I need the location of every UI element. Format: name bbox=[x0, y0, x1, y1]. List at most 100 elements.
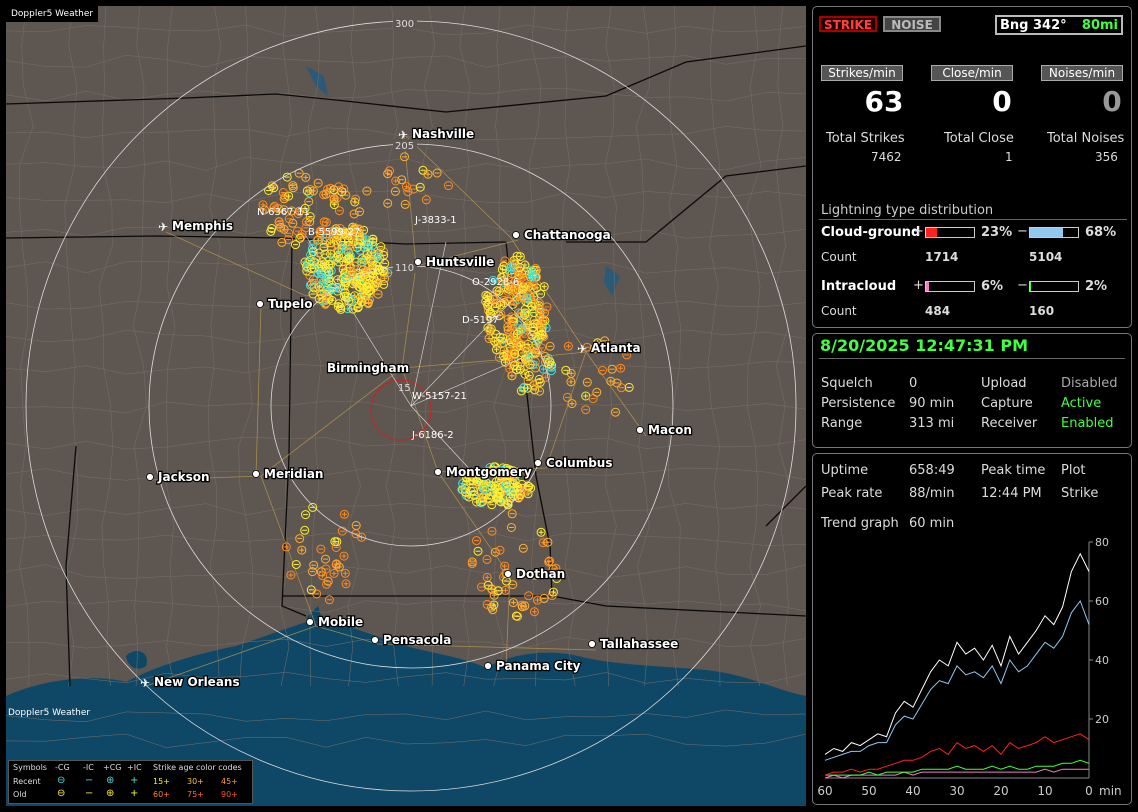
city-jackson[interactable]: Jackson bbox=[146, 469, 211, 485]
strike-mark bbox=[373, 289, 383, 299]
plus-cg-recent-icon: ⊕ bbox=[106, 775, 115, 786]
total-noises-value: 356 bbox=[1095, 150, 1118, 164]
city-name: Jackson bbox=[157, 470, 210, 484]
receiver-value[interactable]: Enabled bbox=[1061, 416, 1114, 431]
plot-value[interactable]: Strike bbox=[1061, 486, 1098, 501]
receiver-label: Receiver bbox=[981, 416, 1038, 431]
persistence-value[interactable]: 90 min bbox=[909, 396, 954, 411]
ic-label: Intracloud bbox=[821, 279, 897, 294]
cg-negative-count: 5104 bbox=[1029, 250, 1063, 264]
distribution-divider bbox=[819, 219, 1127, 220]
strike-mark bbox=[282, 172, 292, 182]
city-memphis[interactable]: ✈ Memphis bbox=[158, 218, 234, 235]
total-noises-label: Total Noises bbox=[1047, 131, 1125, 146]
upload-value[interactable]: Disabled bbox=[1061, 376, 1117, 391]
strike-mark bbox=[383, 198, 393, 208]
city-huntsville[interactable]: Huntsville bbox=[414, 254, 496, 270]
strike-mark bbox=[467, 557, 477, 567]
strike-mark bbox=[563, 341, 573, 351]
trend-label: Trend graph bbox=[821, 516, 899, 531]
strike-mark bbox=[624, 382, 634, 392]
city-dot bbox=[636, 426, 644, 434]
capture-value[interactable]: Active bbox=[1061, 396, 1101, 411]
ic-minus-sign: − bbox=[1017, 278, 1028, 293]
city-tupelo[interactable]: Tupelo bbox=[256, 296, 314, 312]
city-name: Birmingham bbox=[327, 361, 409, 375]
city-chattanooga[interactable]: Chattanooga bbox=[512, 227, 612, 243]
peak-time-value: 12:44 PM bbox=[981, 486, 1042, 501]
city-name: Memphis bbox=[172, 219, 233, 233]
trend-value[interactable]: 60 min bbox=[909, 516, 954, 531]
minus-ic-old-icon: − bbox=[85, 788, 94, 799]
cg-minus-sign: − bbox=[1017, 224, 1028, 239]
city-columbus[interactable]: Columbus bbox=[534, 455, 614, 471]
radar-map[interactable]: 300 205 110 15 N-6367-11 B-5599-27 J-383… bbox=[6, 6, 806, 806]
strike-mark bbox=[611, 407, 620, 417]
strike-mark bbox=[312, 589, 322, 599]
legend-age-75: 75+ bbox=[187, 790, 204, 799]
city-dothan[interactable]: Dothan bbox=[504, 566, 566, 582]
strike-mark bbox=[472, 536, 481, 546]
strike-mark bbox=[301, 510, 310, 520]
storm-label: B-5599-27 bbox=[308, 227, 360, 238]
squelch-value[interactable]: 0 bbox=[909, 376, 917, 391]
strike-mark bbox=[277, 237, 287, 247]
cg-plus-sign: + bbox=[913, 224, 924, 239]
reservoir bbox=[306, 66, 328, 96]
plot-label: Plot bbox=[1061, 463, 1086, 478]
city-meridian[interactable]: Meridian bbox=[252, 466, 325, 482]
legend-header-pic: +IC bbox=[127, 763, 142, 772]
city-name: New Orleans bbox=[154, 675, 240, 689]
strike-button[interactable]: STRIKE bbox=[819, 16, 877, 32]
x-tick-label: 60 bbox=[817, 784, 832, 798]
strike-mark bbox=[341, 579, 351, 589]
storm-label: N-6367-11 bbox=[257, 207, 310, 218]
cg-negative-pct: 68% bbox=[1085, 225, 1117, 240]
city-birmingham[interactable]: Birmingham bbox=[326, 360, 411, 377]
symbol-legend: Symbols -CG -IC +CG +IC Strike age color… bbox=[8, 760, 253, 804]
ic-negative-count: 160 bbox=[1029, 304, 1055, 318]
strike-mark bbox=[308, 502, 318, 512]
city-name: Tallahassee bbox=[600, 637, 678, 651]
city-new-orleans[interactable]: ✈ New Orleans bbox=[140, 674, 241, 691]
city-dot bbox=[414, 258, 422, 266]
strike-mark bbox=[331, 543, 341, 552]
strike-mark bbox=[400, 199, 410, 209]
city-atlanta[interactable]: ✈ Atlanta bbox=[577, 340, 642, 357]
strike-mark bbox=[339, 551, 349, 561]
persistence-label: Persistence bbox=[821, 396, 896, 411]
city-dot bbox=[371, 636, 379, 644]
ic-positive-count: 484 bbox=[925, 304, 951, 318]
ic-count-label: Count bbox=[821, 304, 857, 318]
range-value[interactable]: 313 mi bbox=[909, 416, 954, 431]
strike-mark bbox=[444, 181, 453, 191]
trend-panel: Uptime 658:49 Peak time Plot Peak rate 8… bbox=[812, 453, 1132, 805]
city-pensacola[interactable]: Pensacola bbox=[371, 632, 453, 648]
noise-button[interactable]: NOISE bbox=[883, 16, 941, 32]
legend-header-pcg: +CG bbox=[103, 763, 122, 772]
ic-negative-bar bbox=[1029, 281, 1079, 292]
storm-label: J-3833-1 bbox=[414, 215, 457, 226]
x-tick-label: 10 bbox=[1037, 784, 1052, 798]
strike-mark bbox=[566, 377, 576, 387]
cg-positive-bar bbox=[925, 227, 975, 238]
squelch-label: Squelch bbox=[821, 376, 873, 391]
trend-series-line bbox=[824, 733, 1090, 776]
strike-mark bbox=[508, 598, 518, 608]
city-montgomery[interactable]: Montgomery bbox=[434, 464, 533, 480]
lake-water bbox=[126, 651, 147, 669]
city-name: Atlanta bbox=[591, 341, 641, 355]
legend-header-ages: Strike age color codes bbox=[153, 763, 242, 772]
bearing-display[interactable]: Bng 342° 80mi bbox=[995, 15, 1123, 35]
ic-negative-pct: 2% bbox=[1085, 279, 1108, 294]
city-panama-city[interactable]: Panama City bbox=[484, 658, 582, 674]
svg-text:15: 15 bbox=[398, 383, 411, 394]
city-tallahassee[interactable]: Tallahassee bbox=[588, 636, 680, 652]
strike-mark bbox=[545, 341, 555, 351]
strike-mark bbox=[482, 554, 492, 564]
strike-mark bbox=[291, 240, 300, 250]
upload-label: Upload bbox=[981, 376, 1027, 391]
strike-mark bbox=[297, 545, 307, 555]
strike-mark bbox=[581, 405, 591, 415]
city-dot bbox=[256, 300, 264, 308]
